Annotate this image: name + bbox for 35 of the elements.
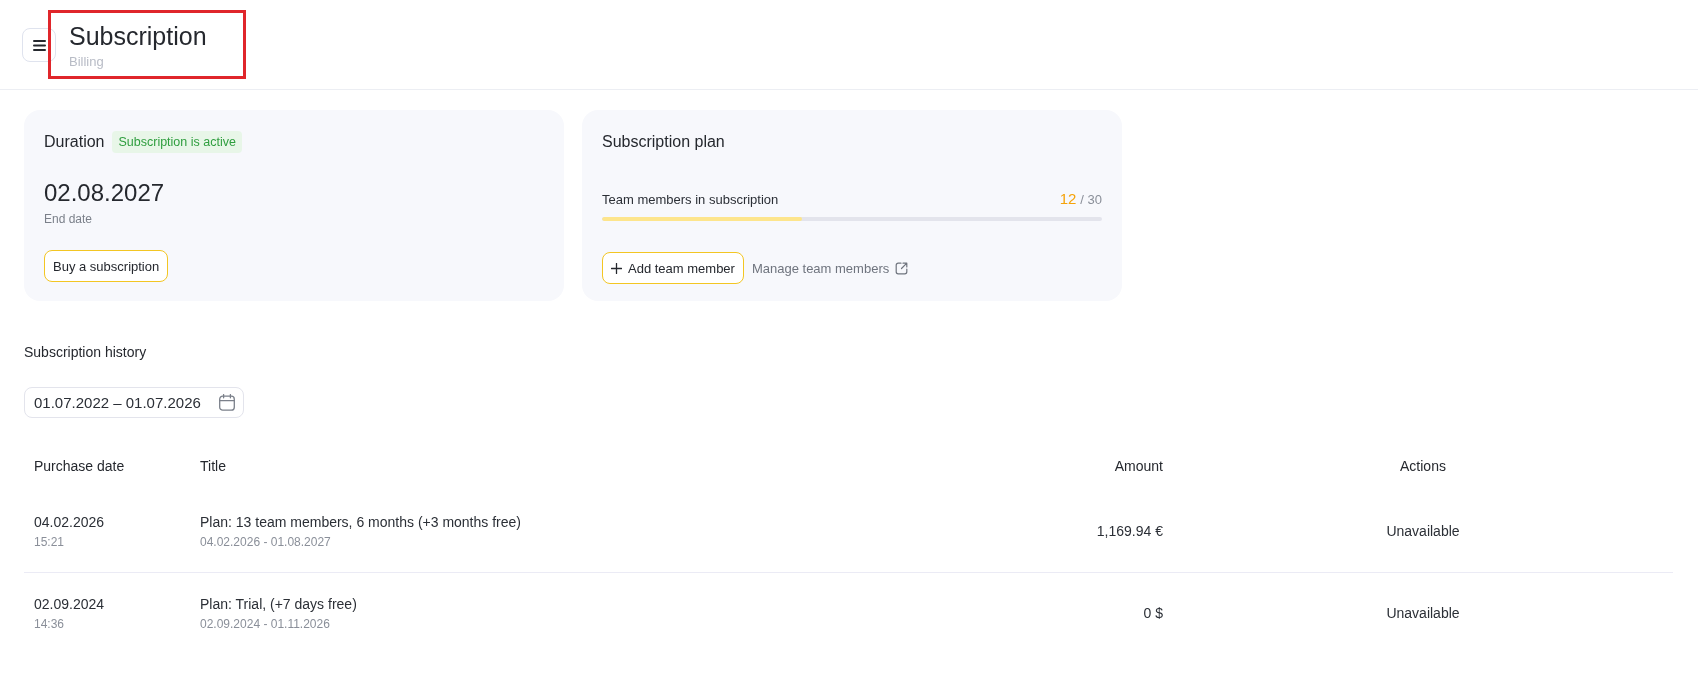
- plan-title-text: Plan: 13 team members, 6 months (+3 months free): [200, 513, 521, 531]
- card-title: Duration: [44, 132, 105, 152]
- column-header: Amount: [1113, 458, 1164, 474]
- buy-subscription-button[interactable]: Buy a subscription: [44, 250, 169, 282]
- meter-label: Team members in subscription: [602, 192, 779, 208]
- calendar-icon: [219, 394, 235, 411]
- member-count: 12: [1059, 190, 1077, 207]
- plan-period-text: 04.02.2026 - 01.08.2027: [200, 534, 331, 549]
- column-header: Actions: [1399, 458, 1447, 474]
- menu-icon: [32, 39, 46, 51]
- external-link-icon: [895, 261, 909, 275]
- plus-icon: [611, 262, 622, 274]
- end-date-label: End date: [44, 212, 93, 226]
- action-status-text: Unavailable: [1386, 522, 1460, 540]
- amount-text: 0 $: [1143, 605, 1163, 622]
- purchase-time-text: 14:36: [34, 617, 65, 631]
- breadcrumb-text: Billing: [69, 54, 105, 70]
- card-title: Subscription plan: [602, 132, 725, 152]
- section-title: Subscription history: [24, 344, 148, 360]
- column-header: Purchase date: [33, 458, 126, 474]
- purchase-date-text: 04.02.2026: [34, 513, 105, 531]
- page-title: Subscription: [69, 22, 207, 50]
- action-status-text: Unavailable: [1386, 605, 1460, 622]
- date-range-field[interactable]: 01.07.2022 – 01.07.2026: [24, 387, 244, 418]
- add-team-member-button[interactable]: Add team member: [602, 252, 744, 284]
- plan-title-text: Plan: Trial, (+7 days free): [200, 596, 357, 613]
- member-limit: / 30: [1080, 192, 1102, 207]
- column-header: Title: [200, 458, 227, 474]
- status-badge: Subscription is active: [112, 131, 242, 153]
- purchase-date-text: 02.09.2024: [34, 596, 105, 613]
- purchase-time-text: 15:21: [34, 534, 65, 549]
- manage-team-members-link[interactable]: Manage team members: [751, 260, 909, 276]
- amount-text: 1,169.94 €: [1096, 522, 1163, 540]
- end-date-value: 02.08.2027: [44, 179, 165, 207]
- plan-period-text: 02.09.2024 - 01.11.2026: [200, 617, 330, 631]
